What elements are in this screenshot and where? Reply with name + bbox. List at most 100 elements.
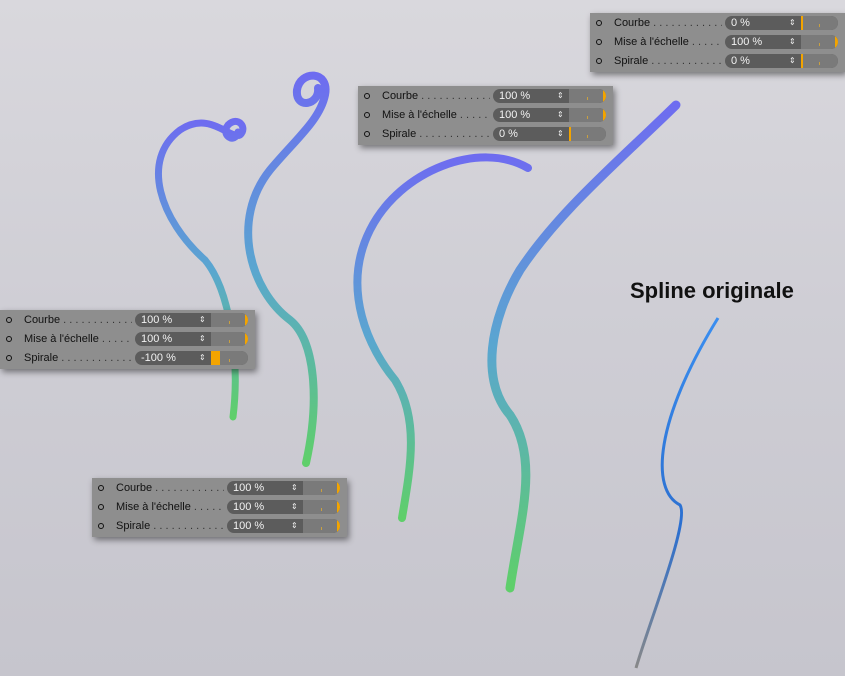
param-value[interactable]: -100 % — [141, 351, 176, 365]
param-row-bend: Courbe 100 % ⇕ — [92, 479, 347, 498]
param-label: Spirale — [382, 128, 490, 140]
param-row-bend: Courbe100 %⇕ — [0, 311, 255, 330]
parameter-panel-left: Courbe100 %⇕Mise à l'échelle100 %⇕Spiral… — [0, 310, 255, 369]
bend-input[interactable]: 0 % ⇕ — [725, 16, 838, 30]
spiral-input[interactable]: -100 % ⇕ — [135, 351, 248, 365]
param-label: Courbe — [116, 482, 224, 494]
slider-handle[interactable] — [569, 127, 571, 141]
bend-slider[interactable] — [569, 89, 606, 103]
bend-slider[interactable] — [303, 481, 340, 495]
slider-tick — [229, 321, 230, 324]
param-value[interactable]: 100 % — [233, 500, 264, 514]
keyframe-toggle-icon[interactable] — [98, 504, 104, 510]
stepper-arrows-icon[interactable]: ⇕ — [291, 500, 298, 514]
scale-input[interactable]: 100 % ⇕ — [725, 35, 838, 49]
stepper-arrows-icon[interactable]: ⇕ — [291, 519, 298, 533]
param-label: Mise à l'échelle — [614, 36, 722, 48]
scale-input[interactable]: 100 % ⇕ — [493, 108, 606, 122]
param-value[interactable]: 0 % — [499, 127, 518, 141]
keyframe-toggle-icon[interactable] — [364, 112, 370, 118]
scale-slider[interactable] — [569, 108, 606, 122]
param-value[interactable]: 100 % — [731, 35, 762, 49]
bend-input[interactable]: 100 % ⇕ — [493, 89, 606, 103]
scale-slider[interactable] — [801, 35, 838, 49]
spiral-input[interactable]: 0 % ⇕ — [725, 54, 838, 68]
slider-handle[interactable] — [801, 54, 803, 68]
keyframe-toggle-icon[interactable] — [596, 39, 602, 45]
slider-handle[interactable] — [835, 35, 838, 49]
slider-handle[interactable] — [603, 89, 606, 103]
stepper-arrows-icon[interactable]: ⇕ — [789, 16, 796, 30]
spiral-input[interactable]: 0 % ⇕ — [493, 127, 606, 141]
tube-scaled — [492, 105, 676, 588]
param-row-scale: Mise à l'échelle100 %⇕ — [358, 106, 613, 125]
param-value[interactable]: 100 % — [233, 519, 264, 533]
slider-handle[interactable] — [245, 313, 248, 327]
stepper-arrows-icon[interactable]: ⇕ — [557, 127, 564, 141]
spiral-slider[interactable] — [569, 127, 606, 141]
slider-handle[interactable] — [337, 481, 340, 495]
param-row-spiral: Spirale -100 % ⇕ — [0, 349, 255, 368]
param-label: Spirale — [614, 55, 722, 67]
slider-tick — [321, 508, 322, 511]
keyframe-toggle-icon[interactable] — [364, 131, 370, 137]
scale-input[interactable]: 100 % ⇕ — [135, 332, 248, 346]
param-value[interactable]: 100 % — [141, 332, 172, 346]
bend-input[interactable]: 100 % ⇕ — [135, 313, 248, 327]
slider-handle[interactable] — [337, 519, 340, 533]
stepper-arrows-icon[interactable]: ⇕ — [557, 108, 564, 122]
param-value[interactable]: 100 % — [233, 481, 264, 495]
slider-tick — [229, 340, 230, 343]
slider-handle[interactable] — [801, 16, 803, 30]
param-value[interactable]: 100 % — [141, 313, 172, 327]
param-label: Spirale — [116, 520, 224, 532]
tube-bend — [357, 157, 528, 518]
slider-tick — [321, 527, 322, 530]
param-value[interactable]: 100 % — [499, 108, 530, 122]
keyframe-toggle-icon[interactable] — [596, 58, 602, 64]
spiral-input[interactable]: 100 % ⇕ — [227, 519, 340, 533]
param-value[interactable]: 0 % — [731, 16, 750, 30]
parameter-panel-top-right: Courbe0 %⇕Mise à l'échelle100 %⇕Spirale0… — [590, 13, 845, 72]
scale-slider[interactable] — [303, 500, 340, 514]
keyframe-toggle-icon[interactable] — [98, 485, 104, 491]
scale-slider[interactable] — [211, 332, 248, 346]
slider-handle[interactable] — [245, 332, 248, 346]
bend-input[interactable]: 100 % ⇕ — [227, 481, 340, 495]
bend-slider[interactable] — [211, 313, 248, 327]
slider-tick — [587, 135, 588, 138]
spiral-slider[interactable] — [303, 519, 340, 533]
stepper-arrows-icon[interactable]: ⇕ — [199, 332, 206, 346]
param-row-scale: Mise à l'échelle100 %⇕ — [0, 330, 255, 349]
param-label: Spirale — [24, 352, 132, 364]
keyframe-toggle-icon[interactable] — [6, 317, 12, 323]
param-label: Courbe — [614, 17, 722, 29]
slider-tick — [819, 24, 820, 27]
parameter-panel-bottom: Courbe 100 % ⇕ Mise à l'échelle 100 % ⇕ Spiral… — [92, 478, 347, 537]
scale-input[interactable]: 100 % ⇕ — [227, 500, 340, 514]
slider-tick — [587, 97, 588, 100]
stepper-arrows-icon[interactable]: ⇕ — [789, 54, 796, 68]
keyframe-toggle-icon[interactable] — [6, 355, 12, 361]
spiral-slider[interactable] — [211, 351, 248, 365]
param-label: Mise à l'échelle — [116, 501, 224, 513]
param-value[interactable]: 100 % — [499, 89, 530, 103]
param-value[interactable]: 0 % — [731, 54, 750, 68]
bend-slider[interactable] — [801, 16, 838, 30]
param-row-bend: Courbe 100 % ⇕ — [358, 87, 613, 106]
stepper-arrows-icon[interactable]: ⇕ — [789, 35, 796, 49]
stepper-arrows-icon[interactable]: ⇕ — [199, 313, 206, 327]
keyframe-toggle-icon[interactable] — [6, 336, 12, 342]
keyframe-toggle-icon[interactable] — [596, 20, 602, 26]
slider-handle[interactable] — [337, 500, 340, 514]
slider-handle[interactable] — [211, 351, 220, 365]
spiral-slider[interactable] — [801, 54, 838, 68]
keyframe-toggle-icon[interactable] — [98, 523, 104, 529]
stepper-arrows-icon[interactable]: ⇕ — [199, 351, 206, 365]
slider-handle[interactable] — [603, 108, 606, 122]
original-spline-label: Spline originale — [630, 278, 794, 304]
param-label: Courbe — [382, 90, 490, 102]
keyframe-toggle-icon[interactable] — [364, 93, 370, 99]
stepper-arrows-icon[interactable]: ⇕ — [291, 481, 298, 495]
stepper-arrows-icon[interactable]: ⇕ — [557, 89, 564, 103]
